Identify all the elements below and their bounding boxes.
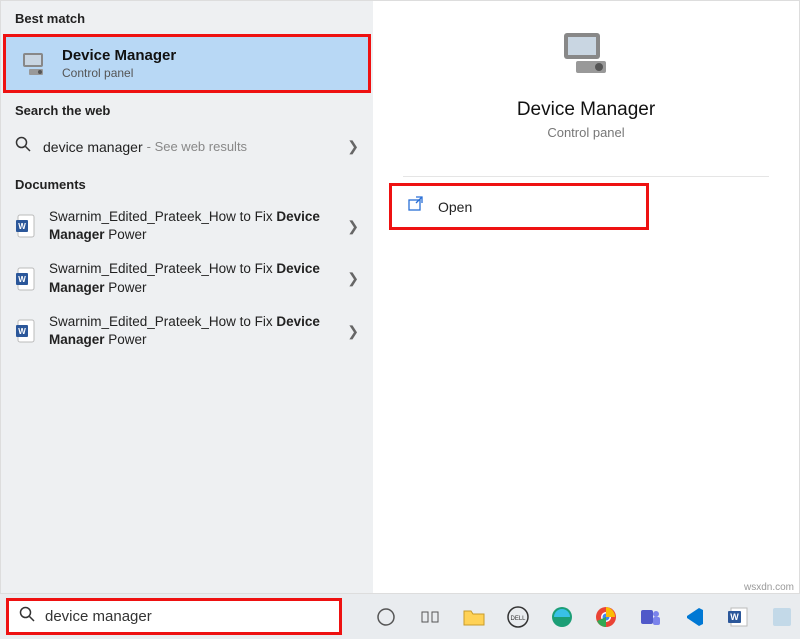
web-hint: - See web results [147,139,247,154]
list-item[interactable]: W Swarnim_Edited_Prateek_How to Fix Devi… [1,305,373,357]
watermark: wsxdn.com [744,582,794,593]
open-button[interactable]: Open [389,183,649,230]
open-icon [408,196,424,217]
teams-icon[interactable] [632,599,668,635]
preview-pane: Device Manager Control panel Open [373,1,799,593]
best-match-highlight: Device Manager Control panel [3,34,371,93]
best-match-header: Best match [1,1,373,34]
app-icon[interactable] [764,599,800,635]
dell-icon[interactable]: DELL [500,599,536,635]
word-doc-icon: W [15,266,37,292]
taskbar: DELL W [0,594,800,639]
doc-title: Swarnim_Edited_Prateek_How to Fix Device… [49,313,347,349]
documents-header: Documents [1,167,373,200]
word-doc-icon: W [15,318,37,344]
svg-text:W: W [18,222,26,231]
preview-title: Device Manager [517,99,655,121]
chevron-right-icon: ❯ [347,270,359,287]
task-view-icon[interactable] [412,599,448,635]
svg-text:W: W [730,612,739,622]
chrome-icon[interactable] [588,599,624,635]
open-label: Open [438,199,472,215]
device-manager-large-icon [558,25,614,81]
best-match-subtitle: Control panel [62,66,176,80]
chevron-right-icon: ❯ [347,138,359,155]
vscode-icon[interactable] [676,599,712,635]
device-manager-icon [20,49,50,79]
search-web-header: Search the web [1,93,373,126]
svg-text:W: W [18,327,26,336]
preview-subtitle: Control panel [547,125,624,140]
best-match-item[interactable]: Device Manager Control panel [6,37,368,90]
word-doc-icon: W [15,213,37,239]
web-search-item[interactable]: device manager - See web results ❯ [1,126,373,167]
svg-text:W: W [18,275,26,284]
chevron-right-icon: ❯ [347,218,359,235]
search-results-pane: Best match Device Manager Control panel … [1,1,373,593]
divider [403,176,769,177]
search-input[interactable] [45,608,329,625]
best-match-title: Device Manager [62,47,176,64]
doc-title: Swarnim_Edited_Prateek_How to Fix Device… [49,260,347,296]
list-item[interactable]: W Swarnim_Edited_Prateek_How to Fix Devi… [1,252,373,304]
search-box[interactable] [6,598,342,635]
svg-text:DELL: DELL [510,616,526,622]
search-icon [15,136,31,157]
edge-icon[interactable] [544,599,580,635]
cortana-icon[interactable] [368,599,404,635]
search-icon [19,606,35,627]
web-query: device manager [43,139,143,155]
list-item[interactable]: W Swarnim_Edited_Prateek_How to Fix Devi… [1,200,373,252]
word-icon[interactable]: W [720,599,756,635]
chevron-right-icon: ❯ [347,323,359,340]
doc-title: Swarnim_Edited_Prateek_How to Fix Device… [49,208,347,244]
file-explorer-icon[interactable] [456,599,492,635]
